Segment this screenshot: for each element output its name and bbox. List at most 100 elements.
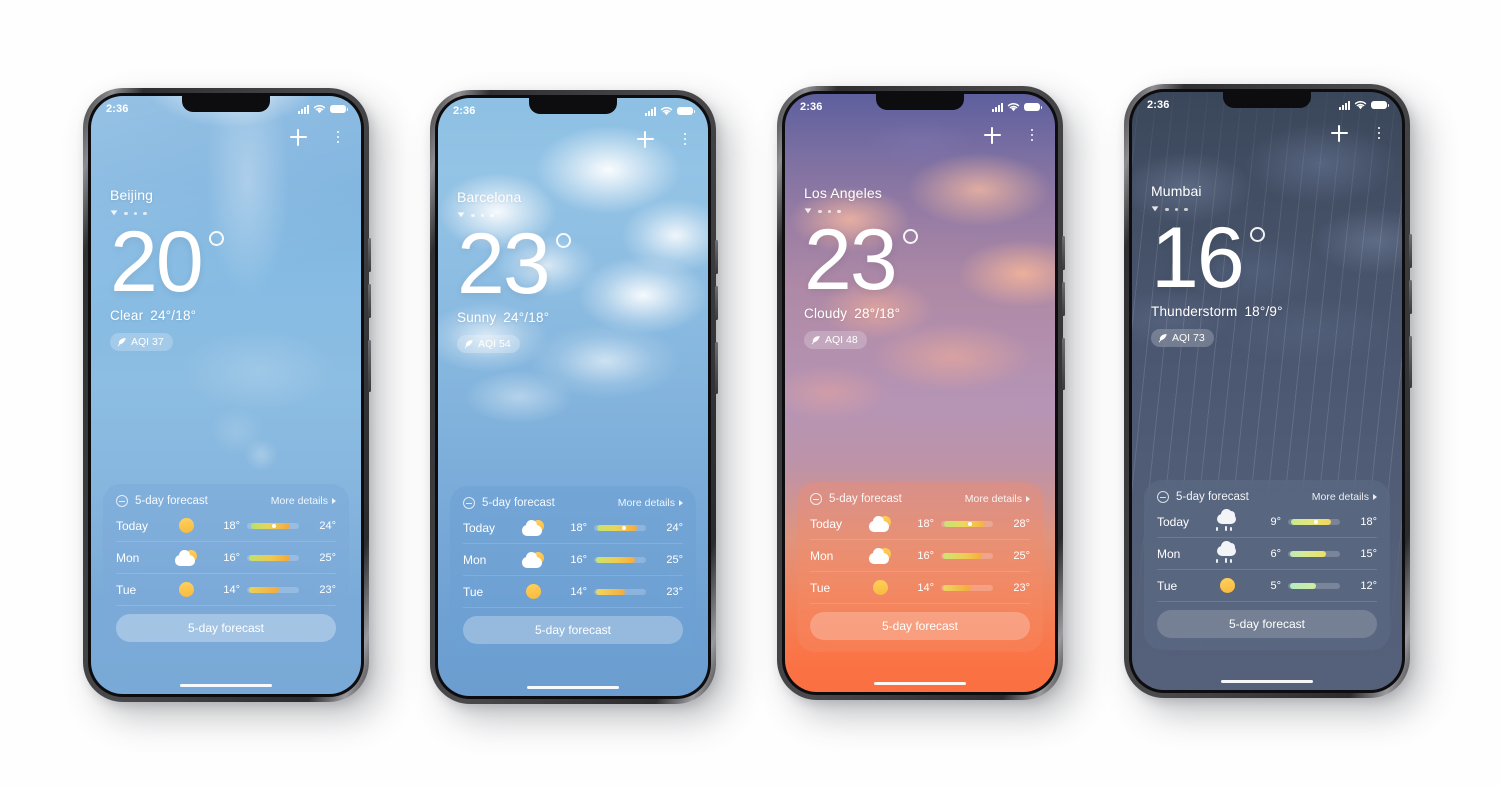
current-temp-marker bbox=[1314, 519, 1319, 524]
forecast-high-temp: 23° bbox=[1013, 581, 1030, 594]
volume-down-button[interactable] bbox=[368, 284, 371, 318]
calendar-icon bbox=[1157, 491, 1169, 503]
forecast-low-temp: 18° bbox=[917, 517, 934, 530]
sun-icon bbox=[1219, 578, 1235, 593]
aqi-badge[interactable]: AQI 48 bbox=[804, 330, 867, 349]
add-location-button[interactable] bbox=[634, 128, 656, 150]
forecast-weather-icon bbox=[166, 518, 206, 533]
aqi-value: AQI 54 bbox=[478, 337, 511, 350]
forecast-row[interactable]: Today 18° 24° bbox=[116, 510, 336, 542]
forecast-card-title: 5-day forecast bbox=[1176, 491, 1249, 503]
temperature-range-bar bbox=[594, 588, 646, 595]
volume-up-button[interactable] bbox=[715, 240, 718, 274]
more-details-link[interactable]: More details bbox=[1312, 491, 1377, 503]
volume-down-button[interactable] bbox=[715, 286, 718, 320]
temperature-display: 20 bbox=[110, 220, 342, 305]
forecast-low-temp: 16° bbox=[917, 549, 934, 562]
aqi-value: AQI 48 bbox=[825, 333, 858, 346]
current-weather: Beijing 20 Clear 24°/18° AQI 37 bbox=[110, 187, 342, 352]
forecast-day-label: Mon bbox=[463, 552, 487, 567]
forecast-low-temp: 5° bbox=[1270, 579, 1281, 592]
forecast-row[interactable]: Mon 6° 15° bbox=[1157, 538, 1377, 570]
partly-cloudy-icon bbox=[868, 547, 892, 564]
more-options-button[interactable] bbox=[327, 126, 349, 148]
power-button[interactable] bbox=[368, 340, 371, 392]
five-day-forecast-button-label: 5-day forecast bbox=[1228, 617, 1306, 631]
partly-cloudy-icon bbox=[521, 551, 545, 568]
forecast-row[interactable]: Today 18° 24° bbox=[463, 512, 683, 544]
phone-4-mumbai: 2:36 Mumbai 16 Thunderstorm 18°/9° AQI 7… bbox=[1124, 84, 1412, 698]
more-details-link[interactable]: More details bbox=[271, 495, 336, 507]
forecast-day-label: Tue bbox=[116, 582, 137, 597]
aqi-badge[interactable]: AQI 73 bbox=[1151, 328, 1214, 347]
home-indicator[interactable] bbox=[874, 681, 966, 685]
condition-text: Thunderstorm bbox=[1151, 303, 1238, 319]
condition-text: Cloudy bbox=[804, 305, 848, 321]
forecast-low-temp: 16° bbox=[570, 553, 587, 566]
aqi-value: AQI 37 bbox=[131, 335, 164, 348]
temperature-range-bar bbox=[941, 520, 993, 527]
volume-down-button[interactable] bbox=[1062, 282, 1065, 316]
more-details-label: More details bbox=[964, 493, 1022, 505]
forecast-row[interactable]: Mon 16° 25° bbox=[810, 540, 1030, 572]
current-temperature: 23 bbox=[804, 212, 898, 309]
calendar-icon bbox=[810, 493, 822, 505]
forecast-row[interactable]: Tue 14° 23° bbox=[463, 576, 683, 608]
power-button[interactable] bbox=[715, 342, 718, 394]
home-indicator[interactable] bbox=[527, 685, 619, 689]
more-details-link[interactable]: More details bbox=[618, 497, 683, 509]
add-location-button[interactable] bbox=[1328, 122, 1350, 144]
more-options-button[interactable] bbox=[674, 128, 696, 150]
degree-symbol-icon bbox=[1249, 227, 1265, 243]
current-weather: Los Angeles 23 Cloudy 28°/18° AQI 48 bbox=[804, 185, 1036, 350]
home-indicator[interactable] bbox=[1221, 679, 1313, 683]
forecast-row[interactable]: Tue 14° 23° bbox=[810, 572, 1030, 604]
home-indicator[interactable] bbox=[180, 683, 272, 687]
wifi-icon bbox=[1354, 100, 1367, 110]
forecast-row[interactable]: Today 18° 28° bbox=[810, 508, 1030, 540]
power-button[interactable] bbox=[1062, 338, 1065, 390]
forecast-day-label: Mon bbox=[116, 550, 140, 565]
forecast-row[interactable]: Today 9° 18° bbox=[1157, 506, 1377, 538]
more-details-link[interactable]: More details bbox=[965, 493, 1030, 505]
five-day-forecast-button[interactable]: 5-day forecast bbox=[810, 612, 1030, 640]
forecast-row[interactable]: Mon 16° 25° bbox=[116, 542, 336, 574]
forecast-row[interactable]: Tue 5° 12° bbox=[1157, 570, 1377, 602]
forecast-low-temp: 14° bbox=[917, 581, 934, 594]
forecast-day-label: Mon bbox=[810, 548, 834, 563]
volume-up-button[interactable] bbox=[1062, 236, 1065, 270]
display-notch bbox=[1223, 92, 1311, 108]
current-temp-marker bbox=[968, 521, 973, 526]
volume-up-button[interactable] bbox=[368, 238, 371, 272]
volume-up-button[interactable] bbox=[1409, 234, 1412, 268]
status-time: 2:36 bbox=[453, 105, 476, 117]
forecast-low-temp: 6° bbox=[1270, 547, 1281, 560]
temperature-range-bar bbox=[594, 556, 646, 563]
aqi-badge[interactable]: AQI 37 bbox=[110, 332, 173, 351]
add-location-button[interactable] bbox=[287, 126, 309, 148]
volume-down-button[interactable] bbox=[1409, 280, 1412, 314]
forecast-row[interactable]: Tue 14° 23° bbox=[116, 574, 336, 606]
more-options-button[interactable] bbox=[1021, 124, 1043, 146]
degree-symbol-icon bbox=[208, 231, 224, 247]
high-low-temps: 24°/18° bbox=[150, 307, 197, 323]
five-day-forecast-button[interactable]: 5-day forecast bbox=[116, 614, 336, 642]
power-button[interactable] bbox=[1409, 336, 1412, 388]
five-day-forecast-button[interactable]: 5-day forecast bbox=[1157, 610, 1377, 638]
temperature-display: 23 bbox=[804, 212, 1036, 309]
forecast-low-temp: 14° bbox=[570, 585, 587, 598]
forecast-low-temp: 18° bbox=[223, 519, 240, 532]
forecast-weather-icon bbox=[513, 519, 553, 536]
forecast-day-label: Mon bbox=[1157, 546, 1181, 561]
add-location-button[interactable] bbox=[981, 124, 1003, 146]
temperature-range-bar bbox=[1288, 518, 1340, 525]
temperature-range-bar bbox=[247, 586, 299, 593]
five-day-forecast-button[interactable]: 5-day forecast bbox=[463, 616, 683, 644]
phone-1-beijing: 2:36 Beijing 20 Clear 24°/18° AQI 37 5-d… bbox=[83, 88, 371, 702]
forecast-high-temp: 24° bbox=[666, 521, 683, 534]
more-options-button[interactable] bbox=[1368, 122, 1390, 144]
aqi-badge[interactable]: AQI 54 bbox=[457, 334, 520, 353]
status-icons bbox=[1339, 100, 1389, 110]
forecast-row[interactable]: Mon 16° 25° bbox=[463, 544, 683, 576]
current-weather: Mumbai 16 Thunderstorm 18°/9° AQI 73 bbox=[1151, 183, 1383, 348]
